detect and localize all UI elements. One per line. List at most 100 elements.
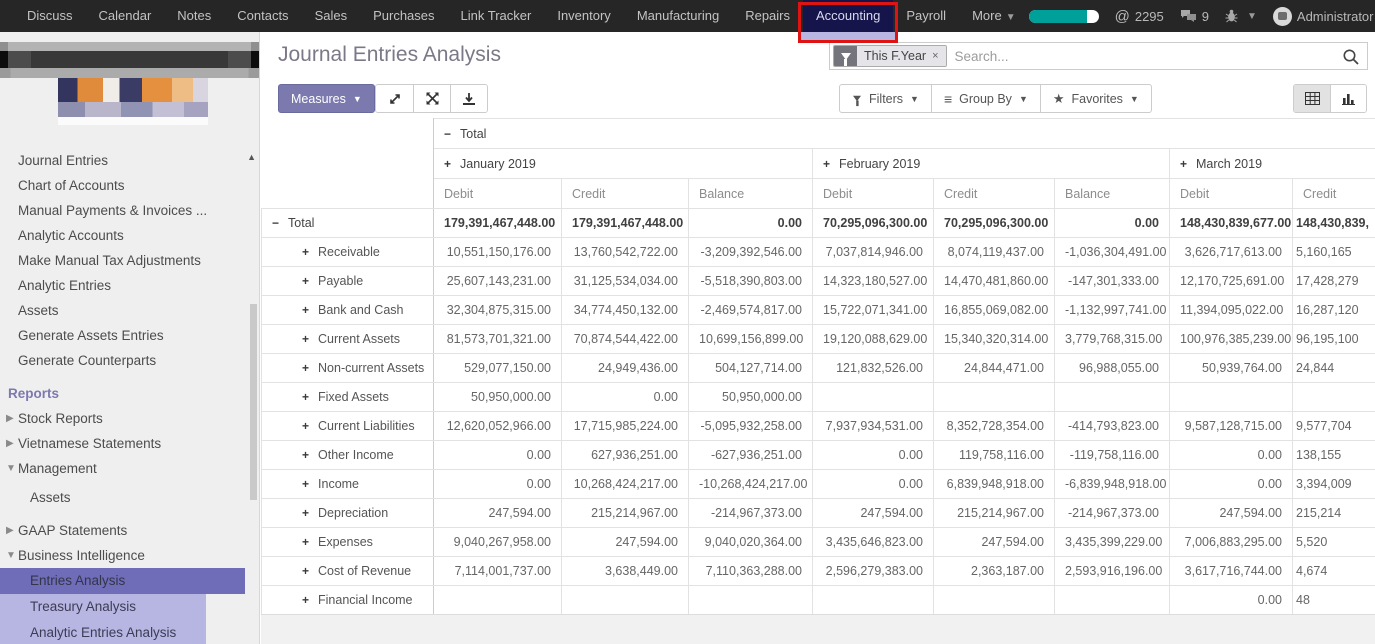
pivot-row-header-expenses[interactable]: +Expenses [262, 528, 434, 557]
pivot-measure-header-debit[interactable]: Debit [1170, 179, 1293, 209]
pivot-row-header-receivable[interactable]: +Receivable [262, 238, 434, 267]
activities-menu[interactable]: @ 2295 [1115, 8, 1164, 25]
expand-plus-icon[interactable]: + [302, 477, 309, 491]
sidebar-item-vietnamese-statements[interactable]: ▶Vietnamese Statements [0, 431, 259, 456]
pivot-measure-header-credit[interactable]: Credit [1293, 179, 1375, 209]
nav-item-sales[interactable]: Sales [302, 0, 361, 32]
pivot-row-header-non-current-assets[interactable]: +Non-current Assets [262, 354, 434, 383]
collapse-icon[interactable]: − [444, 127, 451, 141]
pivot-measure-header-debit[interactable]: Debit [813, 179, 934, 209]
nav-item-more[interactable]: More▼ [959, 0, 1029, 32]
pivot-row-header-payable[interactable]: +Payable [262, 267, 434, 296]
sidebar-item-chart-of-accounts[interactable]: Chart of Accounts [0, 173, 259, 198]
pivot-row-header-cost-of-revenue[interactable]: +Cost of Revenue [262, 557, 434, 586]
pivot-row-header-total[interactable]: −Total [262, 209, 434, 238]
expand-plus-icon[interactable]: + [302, 390, 309, 404]
download-icon[interactable] [450, 85, 487, 112]
sidebar-item-assets[interactable]: Assets [0, 298, 259, 323]
nav-item-calendar[interactable]: Calendar [86, 0, 165, 32]
nav-item-link-tracker[interactable]: Link Tracker [448, 0, 545, 32]
sidebar-item-assets[interactable]: Assets [0, 485, 259, 510]
nav-item-notes[interactable]: Notes [164, 0, 224, 32]
pivot-row-header-income[interactable]: +Income [262, 470, 434, 499]
expand-plus-icon[interactable]: + [302, 593, 309, 607]
pivot-row-header-other-income[interactable]: +Other Income [262, 441, 434, 470]
expand-plus-icon[interactable]: + [823, 157, 830, 171]
user-menu[interactable]: Administrator (mknwyp... ▼ [1273, 7, 1375, 26]
pivot-row-header-financial-income[interactable]: +Financial Income [262, 586, 434, 615]
expand-plus-icon[interactable]: + [302, 448, 309, 462]
sidebar-item-make-manual-tax-adjustments[interactable]: Make Manual Tax Adjustments [0, 248, 259, 273]
search-bar[interactable]: This F.Year × Search... [829, 42, 1368, 70]
sidebar-item-entries-analysis[interactable]: Entries Analysis [0, 568, 245, 594]
chevron-down-icon[interactable]: ▼ [6, 543, 16, 568]
sidebar-item-analytic-accounts[interactable]: Analytic Accounts [0, 223, 259, 248]
nav-item-manufacturing[interactable]: Manufacturing [624, 0, 732, 32]
expand-plus-icon[interactable]: + [302, 419, 309, 433]
expand-plus-icon[interactable]: + [302, 245, 309, 259]
pivot-view-button[interactable] [1294, 85, 1330, 112]
chevron-right-icon[interactable]: ▶ [6, 518, 14, 543]
sidebar-item-analytic-entries-analysis[interactable]: Analytic Entries Analysis [0, 620, 206, 644]
scroll-up-arrow-icon[interactable]: ▲ [247, 152, 256, 162]
filters-button[interactable]: Filters▼ [840, 85, 931, 112]
pivot-row-header-bank-and-cash[interactable]: +Bank and Cash [262, 296, 434, 325]
pivot-row-header-current-liabilities[interactable]: +Current Liabilities [262, 412, 434, 441]
pivot-row-header-current-assets[interactable]: +Current Assets [262, 325, 434, 354]
pivot-measure-header-balance[interactable]: Balance [689, 179, 813, 209]
sidebar-item-gaap-statements[interactable]: ▶GAAP Statements [0, 518, 259, 543]
expand-plus-icon[interactable]: + [302, 564, 309, 578]
pivot-row-header-fixed-assets[interactable]: +Fixed Assets [262, 383, 434, 412]
expand-plus-icon[interactable]: + [302, 506, 309, 520]
sidebar-item-analytic-entries[interactable]: Analytic Entries [0, 273, 259, 298]
flip-axis-icon[interactable] [413, 85, 450, 112]
pivot-col-total-header[interactable]: −Total [434, 119, 1375, 149]
expand-plus-icon[interactable]: + [444, 157, 451, 171]
favorites-button[interactable]: ★ Favorites▼ [1040, 85, 1151, 112]
pivot-month-header-march-2019[interactable]: +March 2019 [1170, 149, 1375, 179]
facet-remove-icon[interactable]: × [932, 50, 938, 62]
collapse-icon[interactable]: − [272, 216, 279, 230]
nav-item-payroll[interactable]: Payroll [893, 0, 959, 32]
sidebar-item-journal-entries[interactable]: Journal Entries [0, 148, 259, 173]
nav-item-accounting[interactable]: Accounting [803, 0, 893, 32]
expand-icon[interactable] [376, 85, 413, 112]
sidebar-item-management[interactable]: ▼Management [0, 456, 259, 481]
pivot-month-header-january-2019[interactable]: +January 2019 [434, 149, 813, 179]
sidebar-item-manual-payments-invoices[interactable]: Manual Payments & Invoices ... [0, 198, 259, 223]
measures-button[interactable]: Measures▼ [278, 84, 375, 113]
search-facet[interactable]: This F.Year × [833, 45, 947, 67]
nav-item-contacts[interactable]: Contacts [224, 0, 301, 32]
expand-plus-icon[interactable]: + [302, 303, 309, 317]
expand-plus-icon[interactable]: + [302, 274, 309, 288]
expand-plus-icon[interactable]: + [1180, 157, 1187, 171]
groupby-button[interactable]: ≡ Group By▼ [931, 85, 1040, 112]
sidebar-item-business-intelligence[interactable]: ▼Business Intelligence [0, 543, 259, 568]
expand-plus-icon[interactable]: + [302, 361, 309, 375]
sidebar-scrollbar-thumb[interactable] [250, 304, 257, 500]
search-input[interactable]: Search... [955, 49, 1342, 64]
sidebar-item-stock-reports[interactable]: ▶Stock Reports [0, 406, 259, 431]
expand-plus-icon[interactable]: + [302, 332, 309, 346]
pivot-row-header-depreciation[interactable]: +Depreciation [262, 499, 434, 528]
graph-view-button[interactable] [1330, 85, 1366, 112]
debug-menu[interactable]: ▼ [1225, 9, 1257, 23]
pivot-month-header-february-2019[interactable]: +February 2019 [813, 149, 1170, 179]
nav-item-purchases[interactable]: Purchases [360, 0, 447, 32]
chevron-right-icon[interactable]: ▶ [6, 406, 14, 431]
chevron-right-icon[interactable]: ▶ [6, 431, 14, 456]
pivot-measure-header-credit[interactable]: Credit [562, 179, 689, 209]
nav-item-inventory[interactable]: Inventory [544, 0, 623, 32]
pivot-measure-header-credit[interactable]: Credit [934, 179, 1055, 209]
nav-item-repairs[interactable]: Repairs [732, 0, 803, 32]
sidebar-item-generate-assets-entries[interactable]: Generate Assets Entries [0, 323, 259, 348]
chevron-down-icon[interactable]: ▼ [6, 456, 16, 481]
nav-item-discuss[interactable]: Discuss [14, 0, 86, 32]
search-icon[interactable] [1342, 48, 1359, 65]
sidebar-item-generate-counterparts[interactable]: Generate Counterparts [0, 348, 259, 373]
sidebar-item-treasury-analysis[interactable]: Treasury Analysis [0, 594, 206, 620]
messages-menu[interactable]: 9 [1180, 9, 1209, 24]
pivot-measure-header-debit[interactable]: Debit [434, 179, 562, 209]
pivot-measure-header-balance[interactable]: Balance [1055, 179, 1170, 209]
expand-plus-icon[interactable]: + [302, 535, 309, 549]
